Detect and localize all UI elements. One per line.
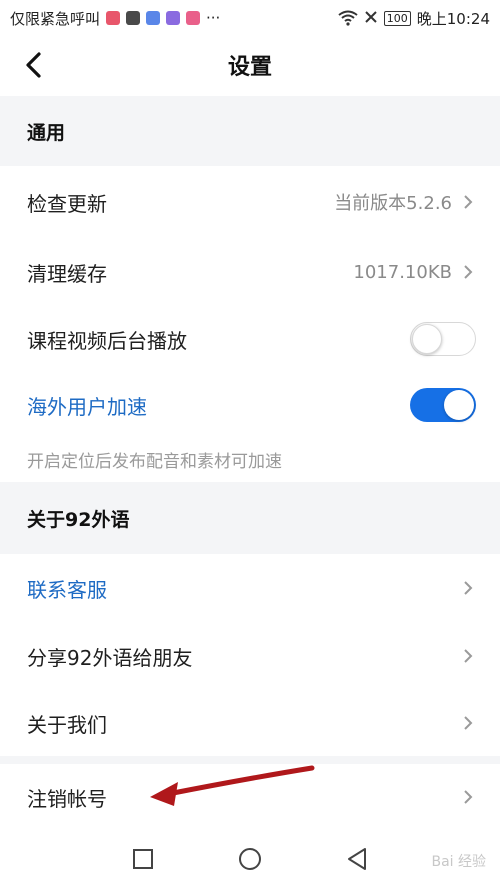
nav-bar: 设置	[0, 36, 500, 94]
chevron-right-icon	[464, 649, 473, 663]
wifi-icon	[338, 10, 358, 26]
home-icon[interactable]	[238, 847, 262, 871]
contact-support-row[interactable]: 联系客服	[0, 554, 500, 622]
chevron-left-icon	[26, 52, 41, 78]
section-header-about: 关于92外语	[0, 482, 500, 554]
app-notification-icon	[146, 11, 161, 25]
status-bar: 仅限紧急呼叫 ··· 100 晚上10:24	[0, 0, 500, 36]
section-header-general: 通用	[0, 96, 500, 166]
overseas-speedup-label: 海外用户加速	[27, 394, 147, 419]
chevron-right-icon	[464, 790, 473, 804]
chevron-right-icon	[464, 265, 473, 279]
app-notification-icon	[106, 11, 121, 25]
share-app-label: 分享92外语给朋友	[27, 645, 193, 670]
cache-size-value: 1017.10KB	[353, 261, 452, 283]
chevron-right-icon	[464, 716, 473, 730]
clock: 晚上10:24	[416, 9, 490, 28]
background-play-toggle[interactable]	[410, 322, 476, 356]
background-play-label: 课程视频后台播放	[27, 328, 187, 353]
overseas-speedup-hint: 开启定位后发布配音和素材可加速	[0, 438, 500, 480]
chevron-right-icon	[464, 581, 473, 595]
check-update-label: 检查更新	[27, 191, 107, 216]
toggle-knob	[412, 324, 442, 354]
annotation-arrow-icon	[150, 765, 315, 806]
share-app-row[interactable]: 分享92外语给朋友	[0, 622, 500, 690]
clear-cache-label: 清理缓存	[27, 261, 107, 286]
about-us-row[interactable]: 关于我们	[0, 690, 500, 756]
app-notification-icon	[126, 11, 141, 25]
system-nav-bar	[0, 829, 500, 889]
about-us-label: 关于我们	[27, 712, 107, 737]
watermark-logo: Bai 经验	[431, 854, 486, 870]
back-triangle-icon[interactable]	[346, 847, 368, 871]
app-notification-icon	[186, 11, 201, 25]
overseas-speedup-toggle[interactable]	[410, 388, 476, 422]
battery-icon: 100	[383, 10, 411, 26]
back-button[interactable]	[18, 48, 48, 82]
version-value: 当前版本5.2.6	[334, 193, 452, 214]
background-play-row: 课程视频后台播放	[0, 306, 500, 372]
page-title: 设置	[227, 55, 272, 80]
check-update-row[interactable]: 检查更新 当前版本5.2.6	[0, 166, 500, 238]
app-notification-icon	[166, 11, 181, 25]
overseas-speedup-row: 海外用户加速	[0, 372, 500, 438]
recent-apps-icon[interactable]	[132, 848, 154, 870]
clear-cache-row[interactable]: 清理缓存 1017.10KB	[0, 238, 500, 306]
toggle-knob	[444, 390, 474, 420]
more-notifications-icon: ···	[206, 9, 221, 27]
chevron-right-icon	[464, 195, 473, 209]
contact-support-label: 联系客服	[27, 577, 107, 602]
deregister-account-label: 注销帐号	[27, 786, 107, 811]
no-sim-icon	[365, 11, 377, 23]
carrier-text: 仅限紧急呼叫	[10, 9, 101, 28]
